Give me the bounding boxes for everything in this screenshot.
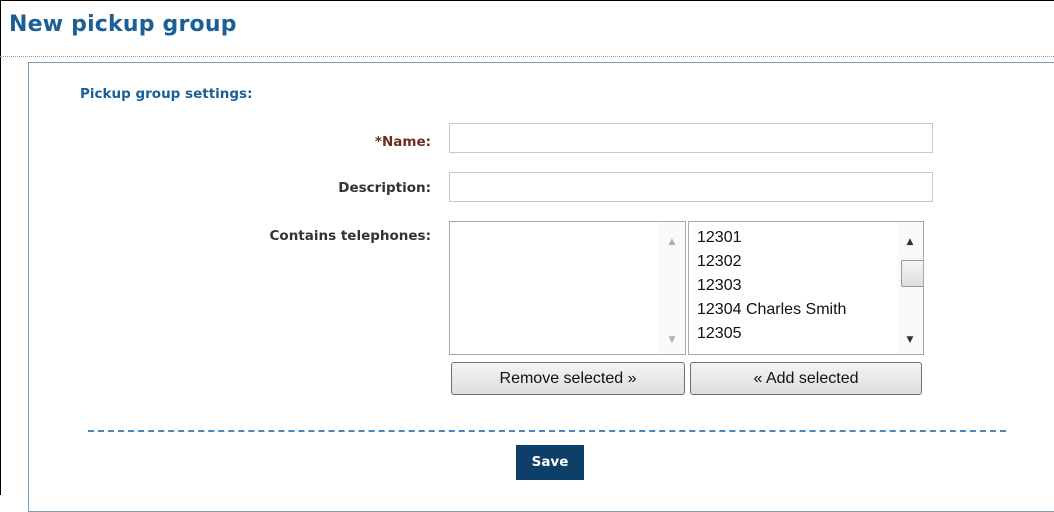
selected-list-scrollbar[interactable]: ▲ ▼ <box>659 222 685 354</box>
available-telephones-items: 12301 12302 12303 12304 Charles Smith 12305 <box>697 226 846 346</box>
telephones-label: Contains telephones: <box>269 228 431 244</box>
telephone-option[interactable]: 12305 <box>697 322 846 346</box>
selected-telephones-list[interactable]: ▲ ▼ <box>449 221 686 355</box>
name-label: *Name: <box>374 134 431 150</box>
form-divider <box>88 430 1006 432</box>
available-list-scrollbar[interactable]: ▲ ▼ <box>897 222 923 354</box>
section-heading: Pickup group settings: <box>80 86 253 102</box>
description-label: Description: <box>338 180 431 196</box>
telephone-option[interactable]: 12304 Charles Smith <box>697 298 846 322</box>
scroll-up-icon[interactable]: ▲ <box>897 232 923 252</box>
telephone-option[interactable]: 12303 <box>697 274 846 298</box>
telephone-option[interactable]: 12301 <box>697 226 846 250</box>
telephone-option[interactable]: 12302 <box>697 250 846 274</box>
name-input[interactable] <box>449 123 933 153</box>
scroll-down-icon[interactable]: ▼ <box>659 330 685 350</box>
title-divider <box>0 56 1054 57</box>
save-button[interactable]: Save <box>516 445 584 480</box>
add-selected-button[interactable]: « Add selected <box>690 362 922 395</box>
scroll-thumb[interactable] <box>901 260 923 287</box>
available-telephones-list[interactable]: 12301 12302 12303 12304 Charles Smith 12305 … <box>688 221 924 355</box>
scroll-up-icon[interactable]: ▲ <box>659 232 685 252</box>
description-input[interactable] <box>449 172 933 202</box>
scroll-down-icon[interactable]: ▼ <box>897 330 923 350</box>
page-title: New pickup group <box>9 12 237 37</box>
remove-selected-button[interactable]: Remove selected » <box>451 362 685 395</box>
